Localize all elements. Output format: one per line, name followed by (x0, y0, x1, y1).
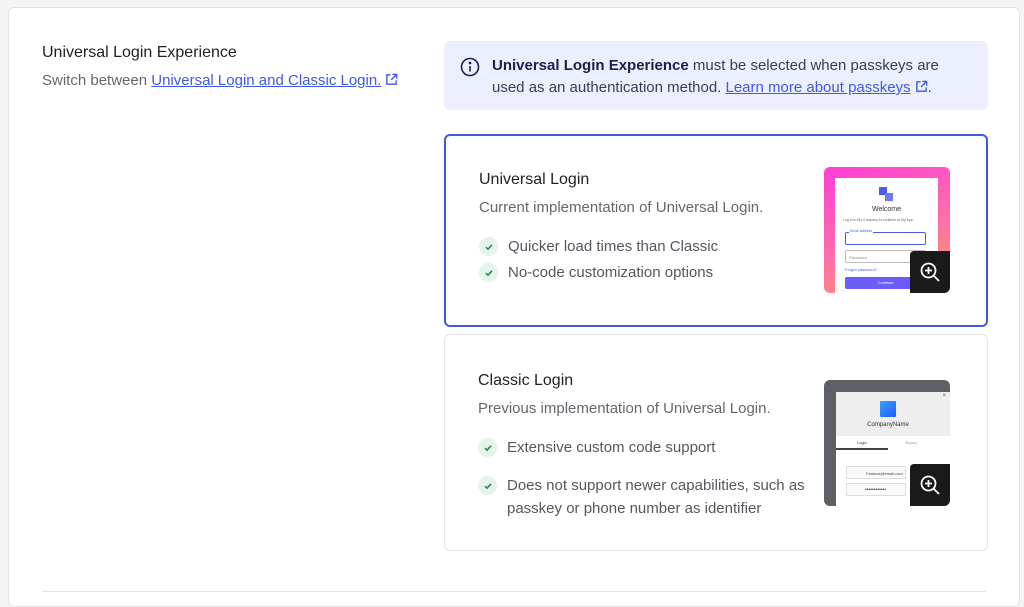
info-circle-icon (460, 57, 480, 77)
section-divider (42, 591, 986, 592)
check-icon (479, 237, 498, 256)
section-description: Switch between Universal Login and Class… (42, 72, 398, 89)
classic-login-preview: × CompanyName Login Signup Featuos@email… (824, 380, 950, 506)
zoom-preview-button[interactable] (910, 464, 950, 506)
preview-email-field: Email address (845, 229, 926, 245)
preview-heading: Welcome (871, 206, 902, 213)
zoom-in-icon (920, 475, 940, 495)
feature-text: Quicker load times than Classic (508, 238, 719, 255)
feature-item: Extensive custom code support (478, 436, 818, 459)
preview-password-placeholder: Password (849, 255, 867, 260)
feature-text: No-code customization options (508, 264, 714, 281)
preview-tab-underline (836, 448, 888, 450)
preview-subtext: Log in to My Company to continue to My A… (843, 218, 914, 222)
preview-tab-signup: Signup (905, 440, 918, 445)
preview-company-name: CompanyName (867, 422, 909, 428)
check-icon (478, 438, 497, 457)
login-comparison-link[interactable]: Universal Login and Classic Login. (151, 72, 381, 89)
logo-icon (879, 187, 893, 201)
feature-text: Does not support newer capabilities, suc… (507, 477, 805, 517)
preview-password-row: •••••••••••• (846, 483, 906, 496)
passkey-info-banner: Universal Login Experience must be selec… (444, 41, 988, 110)
check-icon (479, 263, 498, 282)
info-suffix: . (927, 79, 932, 96)
option-description: Current implementation of Universal Logi… (479, 199, 764, 216)
zoom-preview-button[interactable] (910, 251, 950, 293)
feature-text: Extensive custom code support (507, 439, 716, 456)
option-description: Previous implementation of Universal Log… (478, 400, 771, 417)
preview-password-value: •••••••••••• (865, 487, 887, 493)
option-title: Universal Login (479, 171, 590, 188)
info-bold-text: Universal Login Experience (492, 57, 689, 74)
section-description-text: Switch between (42, 72, 152, 89)
option-title: Classic Login (478, 372, 574, 389)
preview-email-row: Featuos@email.com (846, 466, 906, 479)
settings-panel: Universal Login Experience Switch betwee… (8, 7, 1020, 607)
preview-email-label: Email address (849, 229, 874, 233)
option-card-classic-login[interactable]: Classic Login Previous implementation of… (444, 334, 988, 551)
external-link-icon[interactable] (915, 80, 928, 93)
feature-item: Does not support newer capabilities, suc… (478, 474, 818, 520)
external-link-icon[interactable] (385, 73, 398, 86)
zoom-in-icon (920, 262, 940, 282)
preview-tab-login: Login (857, 440, 867, 445)
company-logo-icon (880, 401, 896, 417)
check-icon (478, 476, 497, 495)
learn-passkeys-link[interactable]: Learn more about passkeys (726, 79, 911, 96)
preview-email-value: Featuos@email.com (866, 471, 903, 476)
feature-item: Quicker load times than Classic (479, 235, 819, 258)
feature-item: No-code customization options (479, 261, 819, 284)
section-title: Universal Login Experience (42, 44, 237, 61)
universal-login-preview: Welcome Log in to My Company to continue… (824, 167, 950, 293)
preview-forgot-link: Forgot password? (845, 267, 878, 272)
close-icon: × (942, 393, 946, 399)
option-card-universal-login[interactable]: Universal Login Current implementation o… (444, 134, 988, 327)
